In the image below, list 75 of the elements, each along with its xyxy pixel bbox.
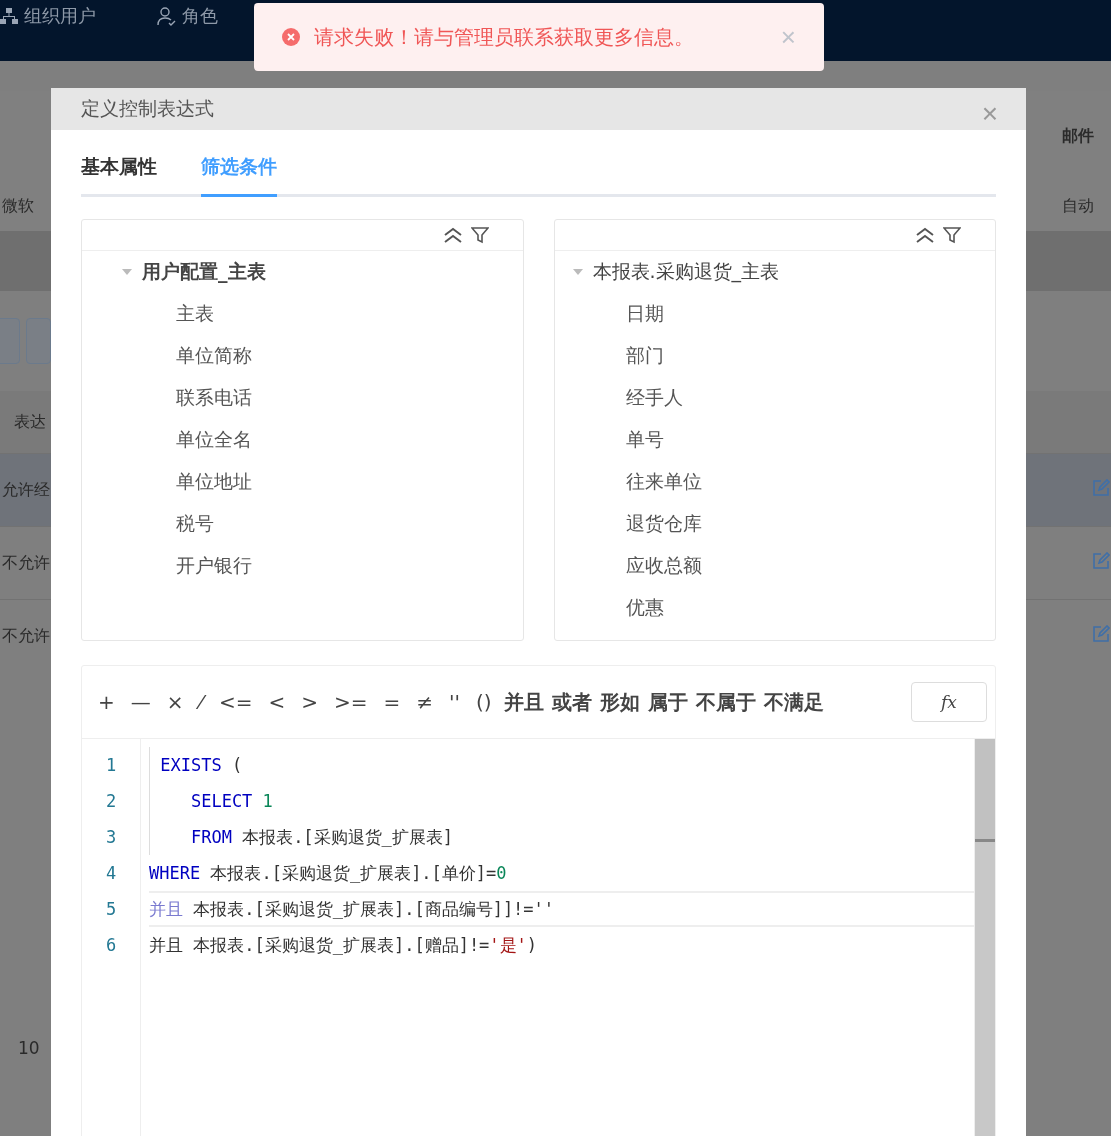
- org-chart-icon: [0, 7, 18, 25]
- line-number: 1: [105, 755, 117, 775]
- nav-item[interactable]: 角色: [182, 4, 218, 28]
- tree-item[interactable]: 部门: [625, 343, 664, 369]
- tree-item[interactable]: 应收总额: [625, 553, 702, 579]
- table-cell-text: 微软: [1, 195, 35, 217]
- code-line: 并且 本报表.[采购退货_扩展表].[商品编号]]!='': [149, 897, 555, 921]
- scrollbar[interactable]: [974, 739, 995, 1136]
- operator-button[interactable]: (): [467, 690, 500, 714]
- nav-item[interactable]: 组织用户: [24, 4, 96, 28]
- caret-icon[interactable]: [572, 268, 583, 276]
- operator-button[interactable]: ×: [158, 690, 192, 714]
- table-cell-text: 不允许: [1, 625, 51, 647]
- tree-item[interactable]: 往来单位: [625, 469, 702, 495]
- line-number: 5: [105, 899, 117, 919]
- tree-item[interactable]: 单号: [625, 427, 664, 453]
- collapse-all-icon[interactable]: [915, 227, 935, 243]
- tab[interactable]: 基本属性: [81, 153, 157, 197]
- table-cell-text: 自动: [1061, 195, 1095, 217]
- table-cell-text: 不允许: [1, 552, 51, 574]
- tree-item[interactable]: 开户银行: [176, 553, 252, 579]
- tree-item[interactable]: 单位简称: [176, 343, 252, 369]
- dialog-title: 定义控制表达式: [81, 96, 214, 121]
- operator-button[interactable]: 不满足: [759, 688, 828, 716]
- tree-item[interactable]: 主表: [176, 301, 214, 327]
- operator-button[interactable]: —: [122, 690, 159, 714]
- operator-button[interactable]: =: [375, 690, 409, 714]
- tree-item[interactable]: 日期: [625, 301, 664, 327]
- operator-button[interactable]: 属于: [643, 688, 692, 716]
- tree-item[interactable]: 税号: [176, 511, 214, 537]
- tree-item[interactable]: 经手人: [625, 385, 683, 411]
- operator-button[interactable]: ⁄: [191, 690, 211, 714]
- error-icon: [282, 28, 300, 46]
- code-line: SELECT 1: [189, 791, 273, 811]
- tree-item[interactable]: 单位全名: [176, 427, 252, 453]
- table-cell-text: 允许经: [1, 479, 51, 501]
- line-number: 4: [105, 863, 117, 883]
- column-header: 表达: [13, 411, 47, 433]
- operator-button[interactable]: 不属于: [691, 688, 760, 716]
- filter-icon[interactable]: [470, 226, 489, 244]
- code-line: 并且 本报表.[采购退货_扩展表].[赠品]!='是'): [149, 933, 538, 957]
- edit-icon[interactable]: [1092, 479, 1110, 497]
- operator-button[interactable]: <: [260, 690, 294, 714]
- tree-item[interactable]: 退货仓库: [625, 511, 702, 537]
- operator-button[interactable]: >=: [325, 690, 376, 714]
- toolbar-button[interactable]: [25, 318, 51, 364]
- tree-item[interactable]: 单位地址: [176, 469, 252, 495]
- line-number: 6: [105, 935, 117, 955]
- column-header: 邮件: [1061, 125, 1095, 147]
- operator-button[interactable]: 并且: [499, 688, 548, 716]
- function-button[interactable]: fx: [911, 682, 987, 722]
- code-line: FROM 本报表.[采购退货_扩展表]: [189, 825, 454, 849]
- tree-item[interactable]: 联系电话: [176, 385, 252, 411]
- operator-button[interactable]: >: [293, 690, 326, 714]
- error-message: 请求失败！请与管理员联系获取更多信息。: [314, 23, 695, 51]
- user-icon: [156, 6, 176, 26]
- operator-button[interactable]: +: [90, 690, 123, 714]
- caret-icon[interactable]: [122, 268, 132, 276]
- operator-button[interactable]: <=: [210, 690, 261, 714]
- tree-item[interactable]: 本报表.采购退货_主表: [592, 259, 780, 285]
- collapse-all-icon[interactable]: [442, 227, 463, 243]
- edit-icon[interactable]: [1092, 552, 1110, 570]
- tree-item[interactable]: 用户配置_主表: [142, 259, 266, 285]
- edit-icon[interactable]: [1092, 625, 1110, 643]
- operator-button[interactable]: 形如: [595, 688, 644, 716]
- operator-button[interactable]: ≠: [408, 690, 441, 714]
- tree-item[interactable]: 优惠: [625, 595, 664, 621]
- code-line: WHERE 本报表.[采购退货_扩展表].[单价]=0: [149, 861, 507, 885]
- line-number: 3: [105, 827, 117, 847]
- page-size: 10: [18, 1038, 40, 1058]
- operator-button[interactable]: 或者: [547, 688, 596, 716]
- line-number: 2: [105, 791, 117, 811]
- operator-button[interactable]: '': [440, 690, 468, 714]
- code-line: EXISTS (: [159, 755, 243, 775]
- filter-icon[interactable]: [943, 226, 961, 244]
